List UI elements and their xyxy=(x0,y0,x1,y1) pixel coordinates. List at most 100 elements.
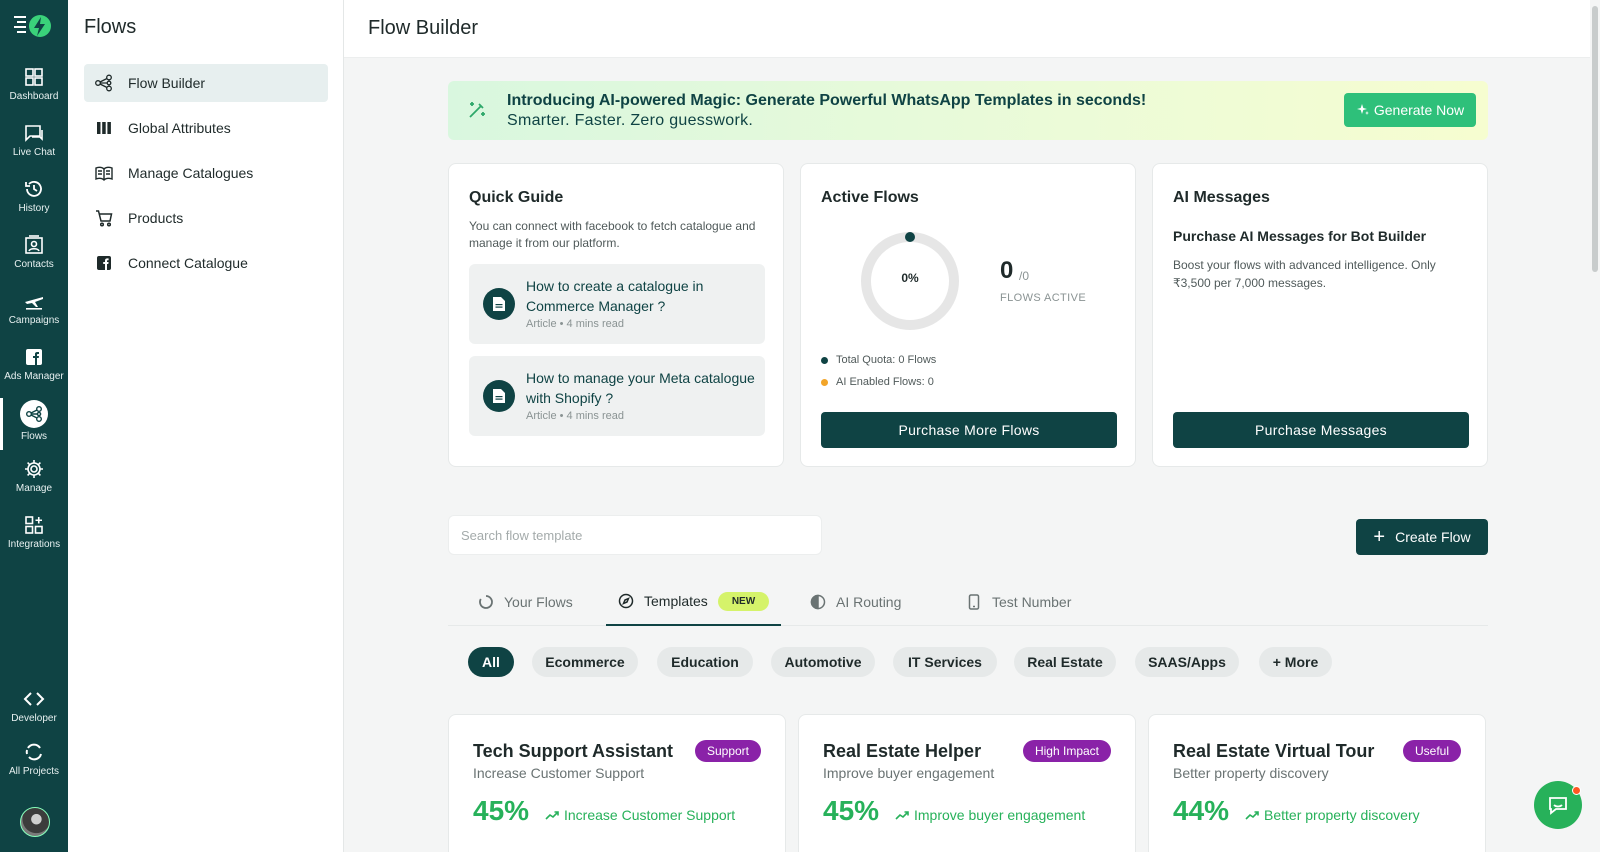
template-tag: High Impact xyxy=(1022,740,1111,762)
article-meta: Article • 4 mins read xyxy=(526,318,624,330)
sidebar-item-flow-builder[interactable]: Flow Builder xyxy=(84,64,328,102)
filter-chip-real-estate[interactable]: Real Estate xyxy=(1014,647,1116,677)
rail-label: All Projects xyxy=(8,766,59,777)
rail-label: Dashboard xyxy=(9,91,59,102)
card-title: Quick Guide xyxy=(469,189,564,206)
flows-icon xyxy=(26,406,42,422)
compass-icon xyxy=(618,593,634,609)
purchase-messages-button[interactable]: Purchase Messages xyxy=(1173,412,1469,448)
rail-label: Developer xyxy=(11,713,57,724)
rail-item-integrations[interactable]: Integrations xyxy=(0,510,68,562)
chat-icon xyxy=(25,125,43,142)
sidebar-item-global-attributes[interactable]: Global Attributes xyxy=(84,109,328,147)
template-card[interactable]: Real Estate Virtual Tour Useful Better p… xyxy=(1148,714,1486,852)
page-scrollbar[interactable] xyxy=(1590,0,1600,852)
support-chat-button[interactable] xyxy=(1534,781,1582,829)
template-subtitle: Better property discovery xyxy=(1173,765,1329,781)
template-tag: Support xyxy=(694,740,761,762)
rail-item-dashboard[interactable]: Dashboard xyxy=(0,62,68,114)
sidebar-item-connect-catalogue[interactable]: Connect Catalogue xyxy=(84,244,328,282)
rail-item-ads-manager[interactable]: Ads Manager xyxy=(0,342,68,394)
search-input[interactable] xyxy=(448,515,822,555)
rail-label: Live Chat xyxy=(12,147,56,158)
ai-messages-description: Boost your flows with advanced intellige… xyxy=(1173,258,1436,290)
filter-chip-more[interactable]: + More xyxy=(1259,647,1332,677)
rail-item-history[interactable]: History xyxy=(0,174,68,226)
rail-item-manage[interactable]: Manage xyxy=(0,454,68,506)
filter-chip-ecommerce[interactable]: Ecommerce xyxy=(532,647,638,677)
rail-item-live-chat[interactable]: Live Chat xyxy=(0,118,68,170)
code-icon xyxy=(23,692,45,706)
article-link[interactable]: How to create a catalogue in Commerce Ma… xyxy=(469,264,765,344)
rail-label: Contacts xyxy=(14,259,54,270)
rail-label: Flows xyxy=(20,431,48,442)
tab-label: Templates xyxy=(644,593,708,609)
avatar[interactable] xyxy=(20,807,50,837)
rail-item-flows[interactable]: Flows xyxy=(0,398,68,450)
template-card[interactable]: Tech Support Assistant Support Increase … xyxy=(448,714,786,852)
flows-percent: 0% xyxy=(901,271,919,285)
campaigns-icon xyxy=(25,297,43,310)
tab-templates[interactable]: Templates NEW xyxy=(606,578,782,626)
plus-icon: + xyxy=(1373,526,1386,548)
rail-item-campaigns[interactable]: Campaigns xyxy=(0,286,68,338)
page-title: Flow Builder xyxy=(368,17,479,39)
legend-dot xyxy=(821,378,828,386)
template-trend-label: Improve buyer engagement xyxy=(914,807,1086,823)
template-title: Tech Support Assistant xyxy=(473,741,674,761)
flows-sidebar: Flows Flow Builder Global Attributes Man… xyxy=(68,0,344,852)
trending-up-icon xyxy=(895,811,909,820)
filter-chip-saas-apps[interactable]: SAAS/Apps xyxy=(1135,647,1239,677)
tab-test-number[interactable]: Test Number xyxy=(966,578,1071,626)
trending-up-icon xyxy=(545,811,559,820)
quick-guide-card: Quick Guide You can connect with faceboo… xyxy=(448,163,784,467)
rail-item-developer[interactable]: Developer xyxy=(0,684,68,736)
filter-chip-education[interactable]: Education xyxy=(657,647,753,677)
card-title: Active Flows xyxy=(821,189,919,206)
scrollbar-thumb[interactable] xyxy=(1592,6,1598,272)
template-trend-label: Increase Customer Support xyxy=(564,807,736,823)
template-trend: Improve buyer engagement xyxy=(895,807,1085,823)
loader-icon xyxy=(479,595,493,609)
app-logo-icon[interactable] xyxy=(14,12,54,40)
gear-icon xyxy=(25,460,43,478)
sidebar-item-label: Global Attributes xyxy=(128,120,231,136)
ai-routing-icon xyxy=(810,594,826,610)
main-rail: Dashboard Live Chat History Contacts Cam… xyxy=(0,0,68,852)
active-flows-card: Active Flows 0% 0 /0 FLOWS ACTIVE Total … xyxy=(800,163,1136,467)
create-flow-label: Create Flow xyxy=(1395,529,1471,545)
create-flow-button[interactable]: + Create Flow xyxy=(1356,519,1488,555)
flows-icon-container xyxy=(20,400,48,428)
template-trend-label: Better property discovery xyxy=(1264,807,1420,823)
rail-label: Ads Manager xyxy=(4,371,64,382)
article-link[interactable]: How to manage your Meta catalogue with S… xyxy=(469,356,765,436)
filter-chip-it-services[interactable]: IT Services xyxy=(893,647,997,677)
chat-bubble-icon xyxy=(1549,797,1567,815)
template-percent: 45% xyxy=(473,795,530,826)
filter-chip-automotive[interactable]: Automotive xyxy=(771,647,875,677)
rail-item-contacts[interactable]: Contacts xyxy=(0,230,68,282)
legend-item: AI Enabled Flows: 0 xyxy=(821,376,934,388)
tab-label: Test Number xyxy=(992,594,1072,610)
trending-up-icon xyxy=(1245,811,1259,820)
contacts-icon xyxy=(25,235,43,254)
projects-icon xyxy=(25,743,42,761)
columns-icon xyxy=(97,122,111,134)
article-title: How to create a catalogue in Commerce Ma… xyxy=(526,278,704,314)
legend-label: Total Quota: 0 Flows xyxy=(836,354,937,366)
tab-ai-routing[interactable]: AI Routing xyxy=(810,578,901,626)
rail-item-all-projects[interactable]: All Projects xyxy=(0,737,68,789)
notification-dot xyxy=(1572,786,1581,795)
dashboard-icon xyxy=(25,68,43,86)
sidebar-item-manage-catalogues[interactable]: Manage Catalogues xyxy=(84,154,328,192)
template-card[interactable]: Real Estate Helper High Impact Improve b… xyxy=(798,714,1136,852)
legend-item: Total Quota: 0 Flows xyxy=(821,354,936,366)
article-meta: Article • 4 mins read xyxy=(526,410,624,422)
filter-chip-all[interactable]: All xyxy=(468,647,514,677)
generate-now-button[interactable]: Generate Now xyxy=(1344,93,1476,127)
flows-icon xyxy=(95,74,112,92)
purchase-more-flows-button[interactable]: Purchase More Flows xyxy=(821,412,1117,448)
tab-your-flows[interactable]: Your Flows xyxy=(478,578,573,626)
sidebar-item-products[interactable]: Products xyxy=(84,199,328,237)
rail-label: Campaigns xyxy=(8,315,60,326)
